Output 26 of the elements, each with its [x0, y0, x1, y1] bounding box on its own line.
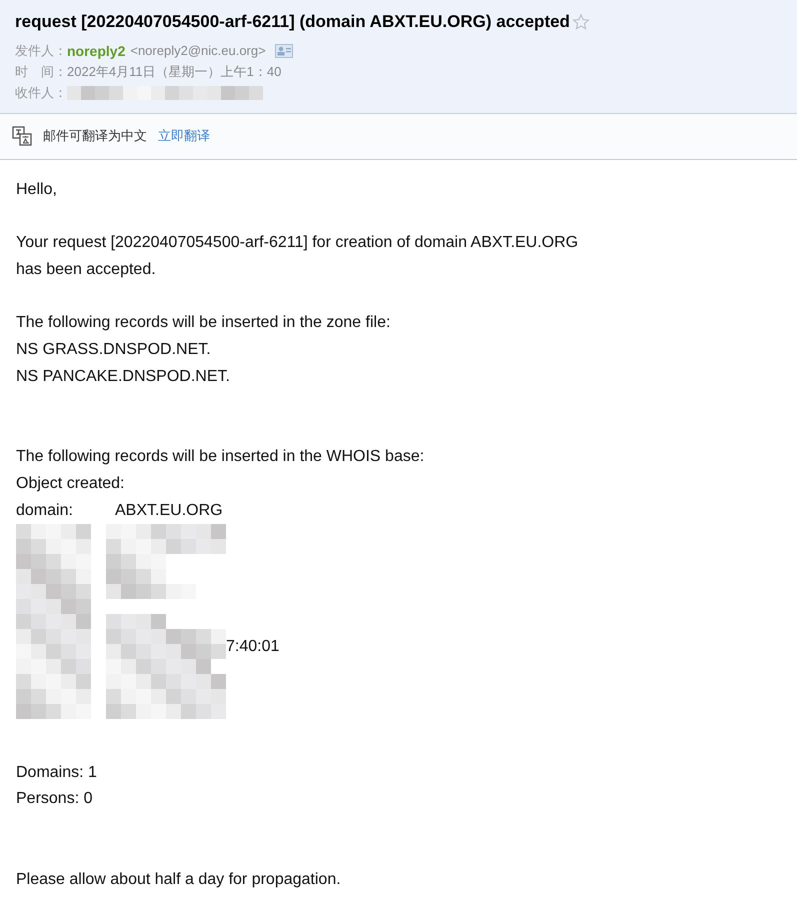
- body-text-line: NS GRASS.DNSPOD.NET.: [16, 340, 212, 360]
- translate-message: 邮件可翻译为中文: [43, 127, 147, 146]
- time-label: 时 间：: [15, 62, 67, 80]
- recipient-label: 收件人：: [15, 84, 67, 102]
- body-text-line: NS PANCAKE.DNSPOD.NET.: [16, 367, 231, 388]
- body-text-line: 7:40:01: [226, 636, 280, 657]
- sender-name[interactable]: noreply2: [67, 40, 126, 60]
- star-icon[interactable]: [572, 12, 590, 31]
- contact-card-icon[interactable]: [274, 44, 293, 58]
- time-value: 2022年4月11日（星期一）上午1：40: [67, 62, 282, 80]
- field-label: domain:: [16, 501, 74, 522]
- body-text-line: Domains: 1: [16, 762, 98, 783]
- email-subject: request [20220407054500-arf-6211] (domain ABXT.EU.ORG) accepted: [15, 11, 570, 33]
- body-text-line: Persons: 0: [16, 789, 94, 810]
- sender-label: 发件人：: [15, 42, 67, 60]
- field-value: ABXT.EU.ORG: [115, 501, 223, 522]
- body-text-line: Your request [20220407054500-arf-6211] for creation of domain ABXT.EU.ORG: [16, 233, 580, 254]
- body-text-line: The following records will be inserted in the WHOIS base:: [16, 447, 426, 468]
- body-text-line: Hello,: [16, 180, 58, 200]
- body-text-line: Object created:: [16, 474, 126, 494]
- body-text-line: Please allow about half a day for propagation.: [16, 870, 342, 890]
- sender-address: <noreply2@nic.eu.org>: [130, 42, 266, 60]
- body-text-line: The following records will be inserted in the zone file:: [16, 313, 392, 334]
- body-text-line: has been accepted.: [16, 260, 157, 280]
- translate-icon[interactable]: [12, 126, 32, 146]
- translate-now-link[interactable]: 立即翻译: [158, 126, 210, 146]
